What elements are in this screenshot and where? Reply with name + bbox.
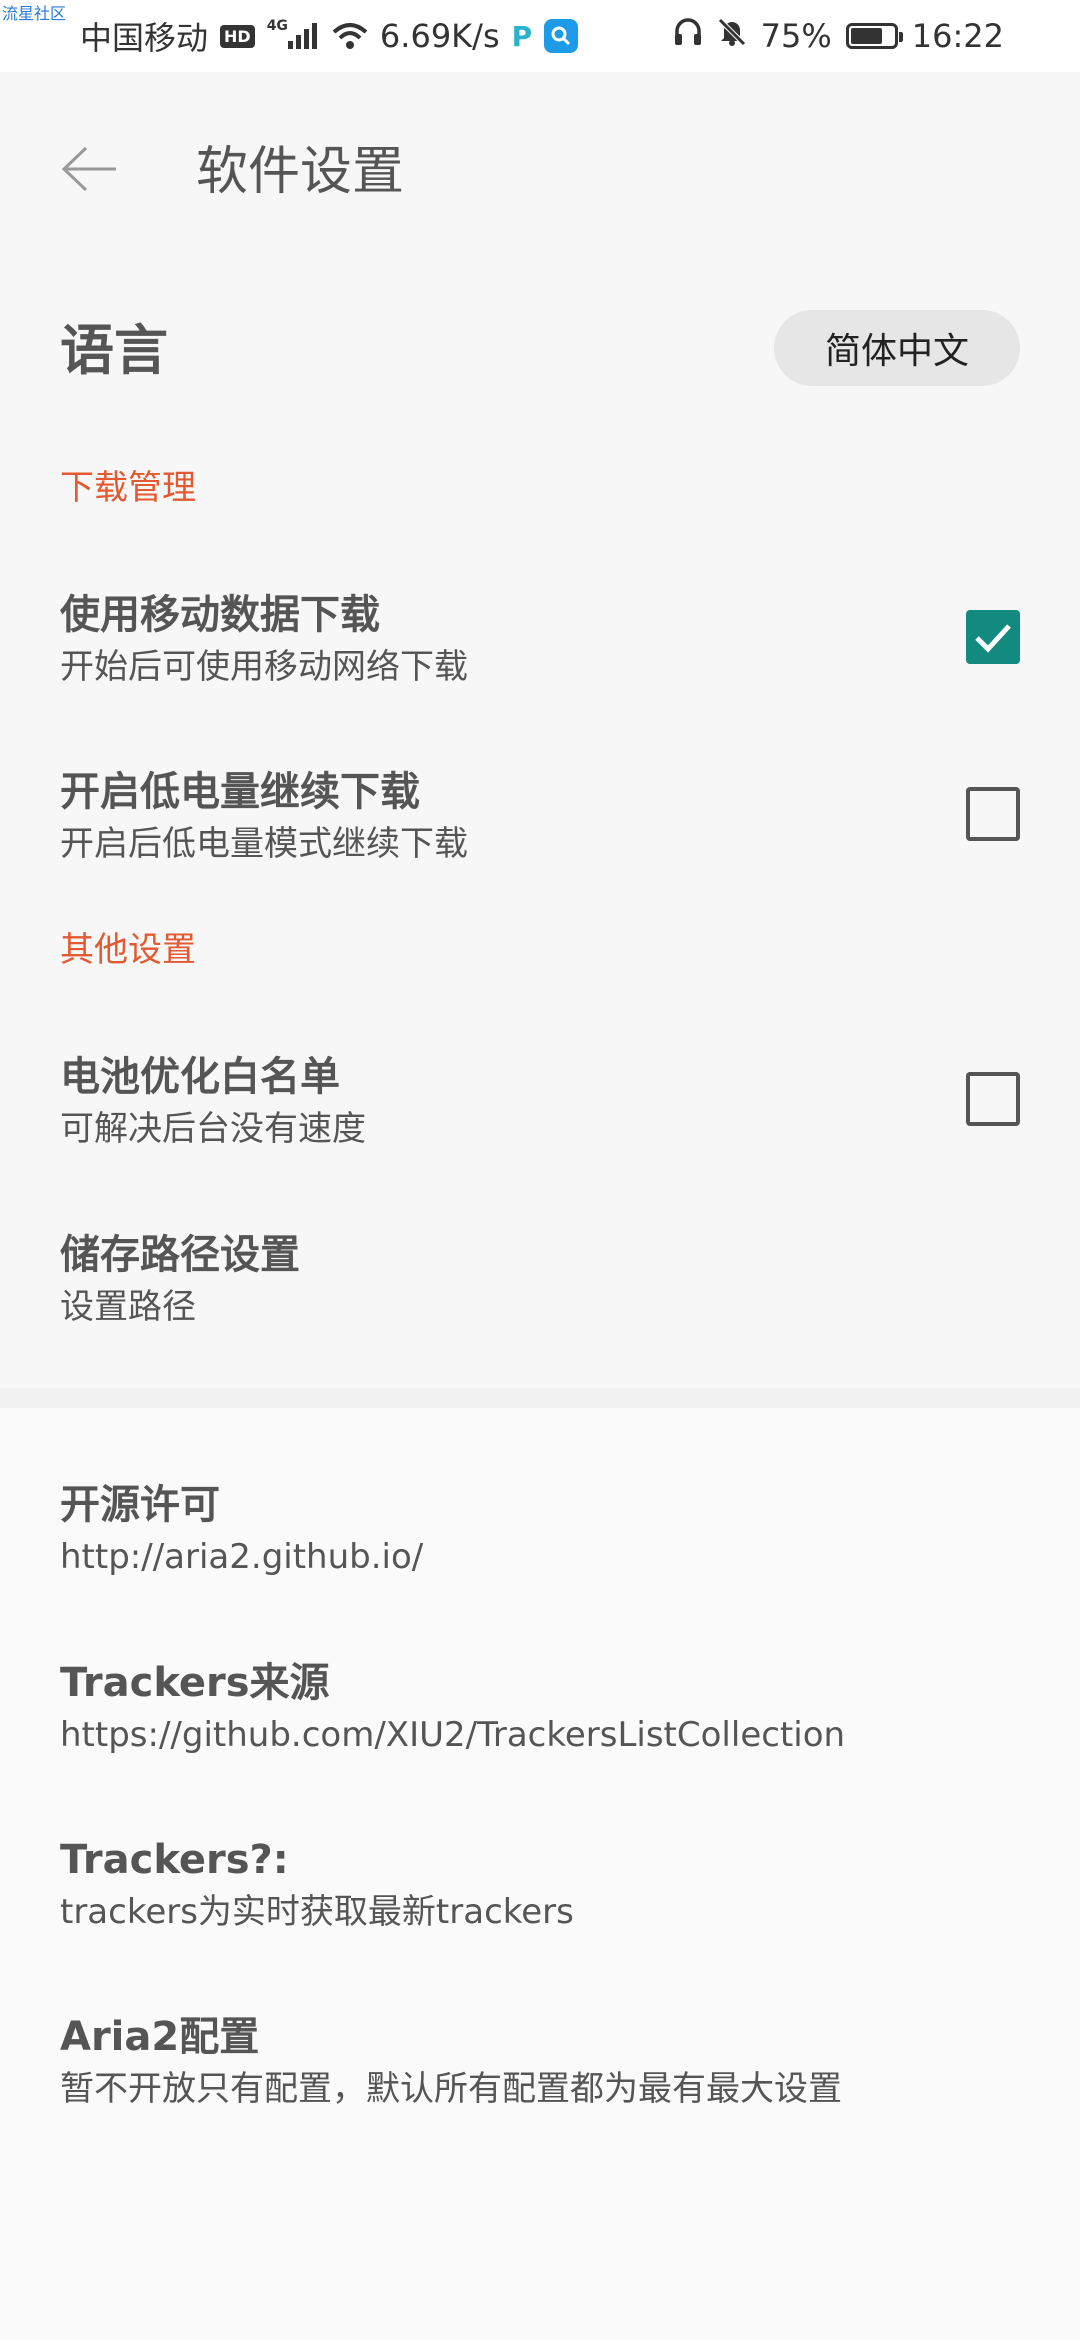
wifi-icon: [332, 22, 368, 50]
network-speed: 6.69K/s: [379, 17, 500, 55]
setting-row-mobile-data[interactable]: 使用移动数据下载 开始后可使用移动网络下载: [0, 588, 1080, 738]
search-app-icon: [544, 19, 579, 53]
info-title: Trackers?:: [60, 1837, 289, 1883]
info-subtitle: http://aria2.github.io/: [60, 1537, 424, 1577]
setting-subtitle: 开始后可使用移动网络下载: [60, 647, 468, 687]
info-title: 开源许可: [60, 1482, 220, 1528]
app-root: 流星社区 中国移动 HD 4G 6.69K/s P 75% 16:22 软件设置…: [0, 0, 1080, 2340]
setting-title: 储存路径设置: [60, 1232, 300, 1278]
setting-subtitle: 开启后低电量模式继续下载: [60, 824, 468, 864]
info-row-aria2-config[interactable]: Aria2配置 暂不开放只有配置，默认所有配置都为最有最大设置: [0, 2010, 1080, 2160]
mobile-data-checkbox[interactable]: [966, 610, 1020, 664]
info-title: Aria2配置: [60, 2014, 260, 2060]
notification-app-icon: P: [511, 19, 533, 53]
info-title: Trackers来源: [60, 1660, 330, 1706]
signal-icon: [287, 23, 320, 49]
setting-subtitle: 设置路径: [60, 1287, 196, 1327]
clock: 16:22: [911, 17, 1004, 55]
info-row-trackers-help[interactable]: Trackers?: trackers为实时获取最新trackers: [0, 1833, 1080, 1983]
mute-bell-icon: [717, 17, 747, 55]
low-battery-checkbox[interactable]: [966, 787, 1020, 841]
language-label: 语言: [60, 319, 168, 382]
setting-subtitle: 可解决后台没有速度: [60, 1109, 366, 1149]
info-subtitle: 暂不开放只有配置，默认所有配置都为最有最大设置: [60, 2069, 842, 2109]
setting-title: 开启低电量继续下载: [60, 769, 420, 815]
setting-title: 使用移动数据下载: [60, 592, 380, 638]
section-header-other: 其他设置: [60, 930, 196, 970]
language-select-button[interactable]: 简体中文: [774, 310, 1020, 386]
section-divider: [0, 1388, 1080, 1408]
headphone-icon: [673, 17, 703, 55]
section-header-download: 下载管理: [60, 468, 196, 508]
battery-percent: 75%: [760, 17, 832, 55]
info-row-license[interactable]: 开源许可 http://aria2.github.io/: [0, 1478, 1080, 1628]
info-subtitle: https://github.com/XIU2/TrackersListColl…: [60, 1715, 846, 1755]
battery-icon: [845, 23, 903, 49]
watermark-text: 流星社区: [2, 4, 67, 23]
back-arrow-icon[interactable]: [60, 144, 120, 194]
hd-badge: HD: [220, 24, 255, 48]
status-left: 中国移动 HD 4G 6.69K/s P: [80, 14, 590, 58]
setting-row-battery-whitelist[interactable]: 电池优化白名单 可解决后台没有速度: [0, 1050, 1080, 1200]
status-bar: 流星社区 中国移动 HD 4G 6.69K/s P 75% 16:22: [0, 0, 1080, 72]
setting-title: 电池优化白名单: [60, 1054, 340, 1100]
page-title: 软件设置: [196, 142, 405, 202]
setting-row-low-battery[interactable]: 开启低电量继续下载 开启后低电量模式继续下载: [0, 765, 1080, 915]
network-type: 4G: [266, 18, 288, 34]
app-bar: 软件设置: [0, 72, 1080, 272]
checkmark-icon: [975, 624, 1011, 653]
setting-row-storage-path[interactable]: 储存路径设置 设置路径: [0, 1228, 1080, 1378]
carrier-name: 中国移动: [80, 19, 209, 57]
info-subtitle: trackers为实时获取最新trackers: [60, 1892, 574, 1932]
status-right: 75% 16:22: [659, 14, 1004, 58]
info-row-trackers-source[interactable]: Trackers来源 https://github.com/XIU2/Track…: [0, 1656, 1080, 1806]
battery-whitelist-checkbox[interactable]: [966, 1072, 1020, 1126]
